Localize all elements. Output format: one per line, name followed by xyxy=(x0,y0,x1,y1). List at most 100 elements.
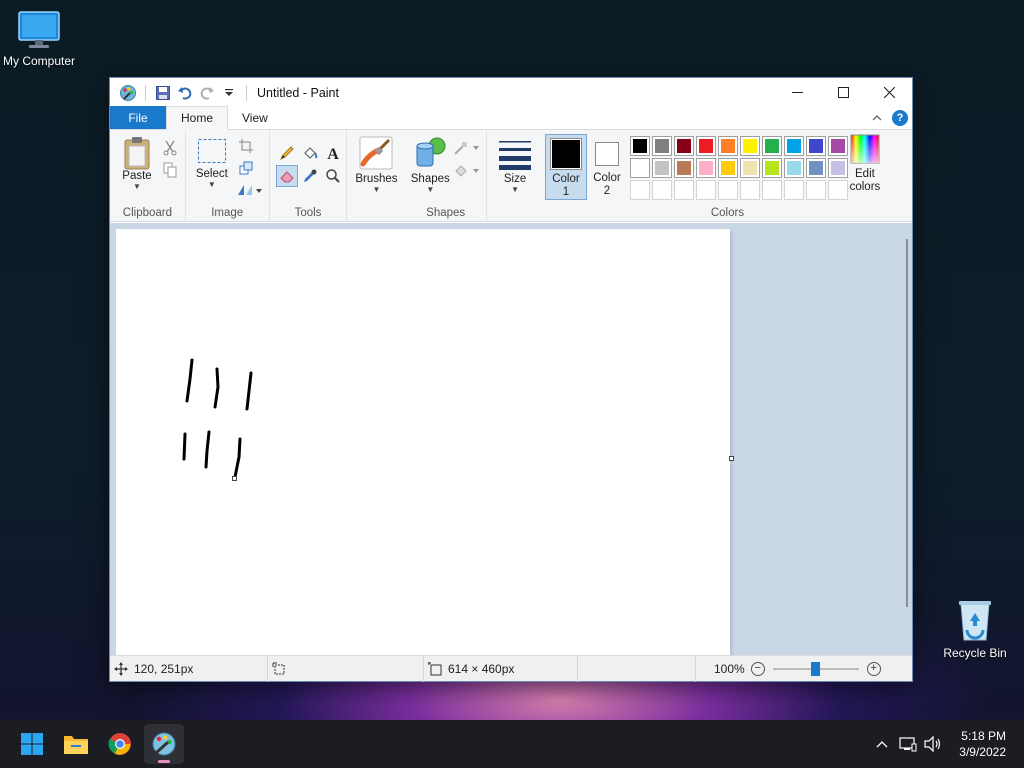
palette-custom-slot[interactable] xyxy=(696,180,716,200)
zoom-out-button[interactable]: − xyxy=(750,661,765,676)
palette-swatch[interactable] xyxy=(630,136,650,156)
tab-home[interactable]: Home xyxy=(166,106,229,130)
clipboard-group-label: Clipboard xyxy=(122,207,173,219)
palette-swatch[interactable] xyxy=(696,136,716,156)
color2-swatch xyxy=(596,144,617,164)
palette-custom-slot[interactable] xyxy=(828,180,848,200)
palette-swatch[interactable] xyxy=(740,136,760,156)
zoom-in-button[interactable]: + xyxy=(866,661,881,676)
palette-custom-slot[interactable] xyxy=(718,180,738,200)
palette-custom-slot[interactable] xyxy=(806,180,826,200)
size-button[interactable]: Size ▼ xyxy=(493,136,537,194)
shapes-button[interactable]: Shapes ▼ xyxy=(409,136,451,194)
palette-swatch[interactable] xyxy=(740,158,760,178)
outline-icon[interactable] xyxy=(453,138,481,158)
crop-icon[interactable] xyxy=(236,136,256,156)
drawn-stroke xyxy=(204,430,211,469)
collapse-ribbon-icon[interactable] xyxy=(872,114,882,122)
zoom-slider[interactable] xyxy=(772,661,859,676)
palette-custom-slot[interactable] xyxy=(674,180,694,200)
drawing-canvas[interactable] xyxy=(116,229,730,656)
canvas-corner-handle[interactable] xyxy=(232,476,237,481)
pencil-icon[interactable] xyxy=(276,142,298,164)
fill-bucket-icon[interactable] xyxy=(299,142,321,164)
redo-icon[interactable] xyxy=(196,82,218,104)
save-icon[interactable] xyxy=(152,82,174,104)
volume-button[interactable] xyxy=(921,736,945,752)
brushes-button[interactable]: Brushes ▼ xyxy=(353,136,399,194)
canvas-resize-handle-right[interactable] xyxy=(729,456,734,461)
palette-swatch[interactable] xyxy=(674,136,694,156)
palette-swatch[interactable] xyxy=(784,158,804,178)
palette-swatch[interactable] xyxy=(718,158,738,178)
palette-swatch[interactable] xyxy=(828,158,848,178)
maximize-button[interactable] xyxy=(820,78,866,107)
palette-swatch[interactable] xyxy=(718,136,738,156)
network-button[interactable] xyxy=(895,736,921,752)
palette-swatch[interactable] xyxy=(630,158,650,178)
palette-swatch[interactable] xyxy=(652,158,672,178)
help-icon[interactable]: ? xyxy=(892,110,908,126)
magnifier-icon[interactable] xyxy=(322,165,344,187)
drawing-strokes xyxy=(182,358,253,479)
customize-qat-icon[interactable] xyxy=(218,82,240,104)
active-app-indicator xyxy=(158,760,170,763)
undo-icon[interactable] xyxy=(174,82,196,104)
close-button[interactable] xyxy=(866,78,912,107)
color2-button[interactable]: Color 2 xyxy=(587,134,627,200)
taskbar-chrome[interactable] xyxy=(100,724,140,764)
selection-size-icon xyxy=(272,662,285,674)
fill-icon[interactable] xyxy=(453,161,481,181)
paint-icon xyxy=(152,732,176,756)
desktop-icon-recycle-bin[interactable]: Recycle Bin xyxy=(938,598,1012,660)
cut-icon[interactable] xyxy=(160,138,180,158)
palette-custom-slot[interactable] xyxy=(630,180,650,200)
tab-file[interactable]: File xyxy=(110,106,166,129)
palette-swatch[interactable] xyxy=(652,136,672,156)
line-size-icon xyxy=(499,141,532,170)
tab-view[interactable]: View xyxy=(228,106,282,129)
palette-swatch[interactable] xyxy=(828,136,848,156)
show-hidden-icons-button[interactable] xyxy=(869,740,895,748)
resize-icon[interactable] xyxy=(236,158,256,178)
shapes-group-label: Shapes xyxy=(426,207,466,219)
desktop-icon-my-computer[interactable]: My Computer xyxy=(0,10,78,68)
palette-swatch[interactable] xyxy=(784,136,804,156)
ribbon: Paste ▼ Clipboard Select ▼ Image A Tools… xyxy=(110,130,912,222)
desktop-icon-label: Recycle Bin xyxy=(943,646,1007,660)
palette-swatch[interactable] xyxy=(696,158,716,178)
taskbar-file-explorer[interactable] xyxy=(56,724,96,764)
palette-custom-slot[interactable] xyxy=(762,180,782,200)
paint-window: Untitled - Paint File Home View ? Paste … xyxy=(109,77,913,682)
clock-date: 3/9/2022 xyxy=(959,745,1006,759)
taskbar-paint[interactable] xyxy=(144,724,184,764)
paste-button[interactable]: Paste ▼ xyxy=(118,136,156,191)
rotate-icon[interactable] xyxy=(236,180,262,200)
palette-swatch[interactable] xyxy=(674,158,694,178)
system-tray: 5:18 PM 3/9/2022 xyxy=(869,720,1024,768)
edit-colors-button[interactable]: Edit colors xyxy=(845,134,885,194)
select-button[interactable]: Select ▼ xyxy=(192,138,232,189)
palette-swatch[interactable] xyxy=(806,158,826,178)
palette-swatch[interactable] xyxy=(806,136,826,156)
palette-swatch[interactable] xyxy=(762,136,782,156)
chevron-down-icon: ▼ xyxy=(207,180,216,189)
color1-button[interactable]: Color 1 xyxy=(544,134,587,200)
minimize-button[interactable] xyxy=(774,78,820,107)
start-button[interactable] xyxy=(12,724,52,764)
svg-text:A: A xyxy=(327,146,339,161)
clock[interactable]: 5:18 PM 3/9/2022 xyxy=(959,728,1006,760)
paint-app-icon[interactable] xyxy=(117,82,139,104)
vertical-scrollbar[interactable] xyxy=(906,239,908,607)
copy-icon[interactable] xyxy=(160,160,180,180)
cursor-position-icon xyxy=(114,661,128,676)
palette-custom-slot[interactable] xyxy=(740,180,760,200)
palette-swatch[interactable] xyxy=(762,158,782,178)
palette-custom-slot[interactable] xyxy=(652,180,672,200)
palette-custom-slot[interactable] xyxy=(784,180,804,200)
text-icon[interactable]: A xyxy=(322,142,344,164)
zoom-slider-thumb[interactable] xyxy=(811,661,821,676)
color1-swatch xyxy=(551,140,580,168)
eraser-icon[interactable] xyxy=(275,165,298,187)
color-picker-icon[interactable] xyxy=(299,165,321,187)
